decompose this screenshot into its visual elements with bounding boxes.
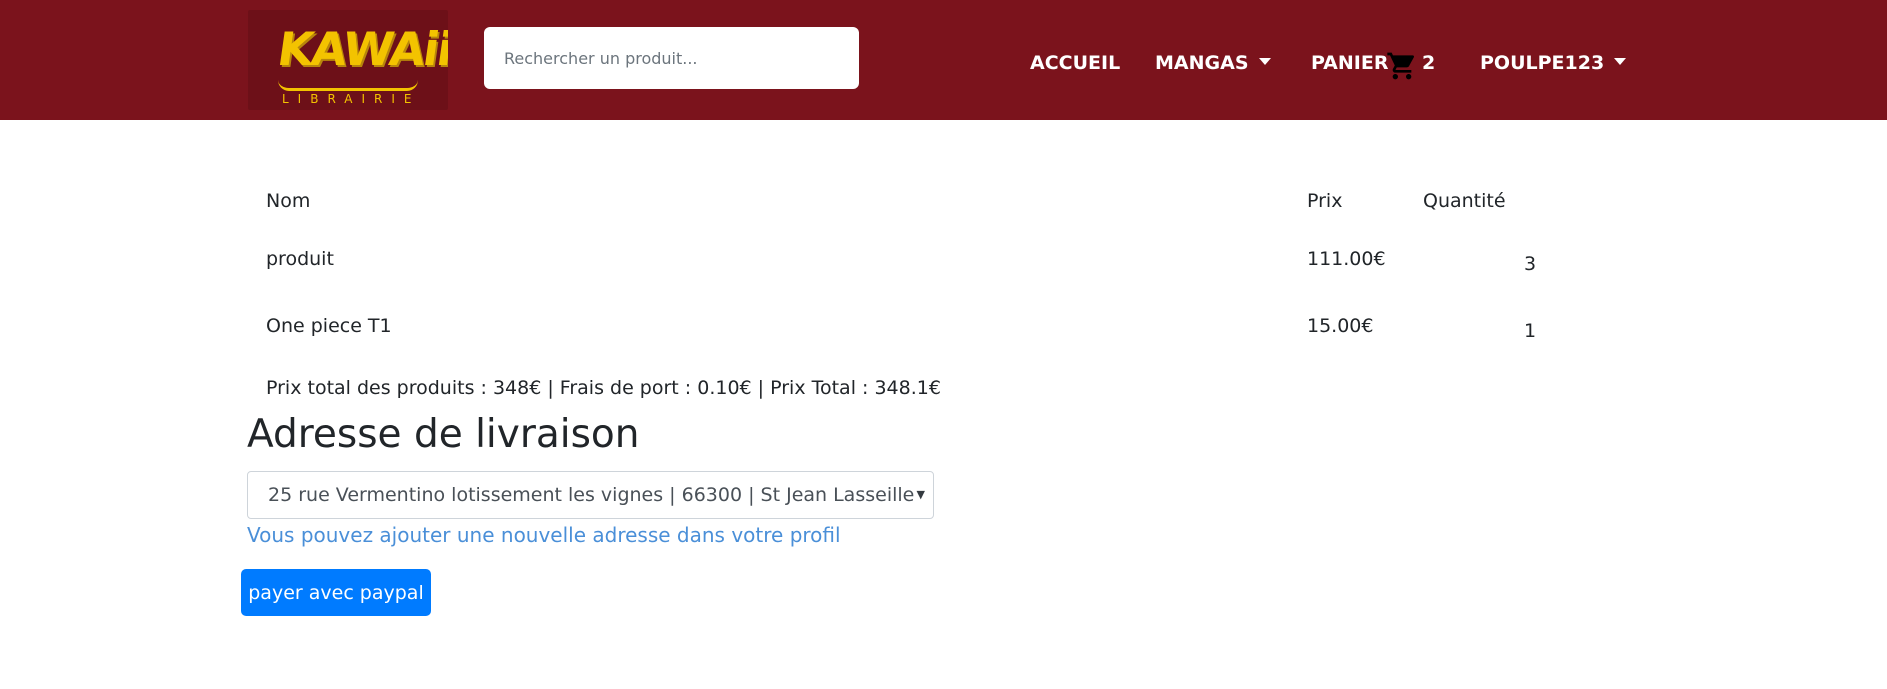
navbar: KAWAii LIBRAIRIE ACCUEIL MANGAS PANIER 2… xyxy=(0,0,1887,120)
shipping-address-heading: Adresse de livraison xyxy=(247,412,640,457)
cart-item-quantity: 1 xyxy=(1524,320,1537,342)
selected-address: 25 rue Vermentino lotissement les vignes… xyxy=(268,484,915,506)
kawaii-logo[interactable]: KAWAii LIBRAIRIE xyxy=(248,10,448,110)
caret-down-icon xyxy=(1258,58,1271,65)
column-header-name: Nom xyxy=(266,190,311,212)
column-header-quantity: Quantité xyxy=(1423,190,1506,212)
nav-user-label: POULPE123 xyxy=(1480,52,1605,74)
cart-totals: Prix total des produits : 348€ | Frais d… xyxy=(266,377,941,399)
logo-subtitle: LIBRAIRIE xyxy=(282,92,421,106)
caret-down-icon xyxy=(1614,58,1627,65)
cart-item-quantity: 3 xyxy=(1524,253,1537,275)
cart-item-name: produit xyxy=(266,248,334,270)
dropdown-arrow-icon: ▼ xyxy=(916,488,925,501)
column-header-price: Prix xyxy=(1307,190,1343,212)
logo-swoosh xyxy=(278,80,418,91)
nav-mangas-dropdown[interactable]: MANGAS xyxy=(1155,52,1271,74)
shipping-address-select[interactable]: 25 rue Vermentino lotissement les vignes… xyxy=(247,471,934,519)
pay-with-paypal-button[interactable]: payer avec paypal xyxy=(241,569,431,616)
nav-panier[interactable]: PANIER xyxy=(1311,52,1388,74)
cart-item-price: 15.00€ xyxy=(1307,315,1374,337)
shopping-cart-icon[interactable] xyxy=(1385,50,1419,82)
add-address-profile-link[interactable]: Vous pouvez ajouter une nouvelle adresse… xyxy=(247,523,841,547)
nav-user-dropdown[interactable]: POULPE123 xyxy=(1480,52,1627,74)
nav-accueil[interactable]: ACCUEIL xyxy=(1030,52,1120,74)
cart-item-price: 111.00€ xyxy=(1307,248,1386,270)
nav-mangas-label: MANGAS xyxy=(1155,52,1249,74)
cart-count-badge[interactable]: 2 xyxy=(1422,52,1435,74)
logo-title: KAWAii xyxy=(274,22,448,76)
search-input[interactable] xyxy=(484,27,859,89)
cart-item-name: One piece T1 xyxy=(266,315,392,337)
